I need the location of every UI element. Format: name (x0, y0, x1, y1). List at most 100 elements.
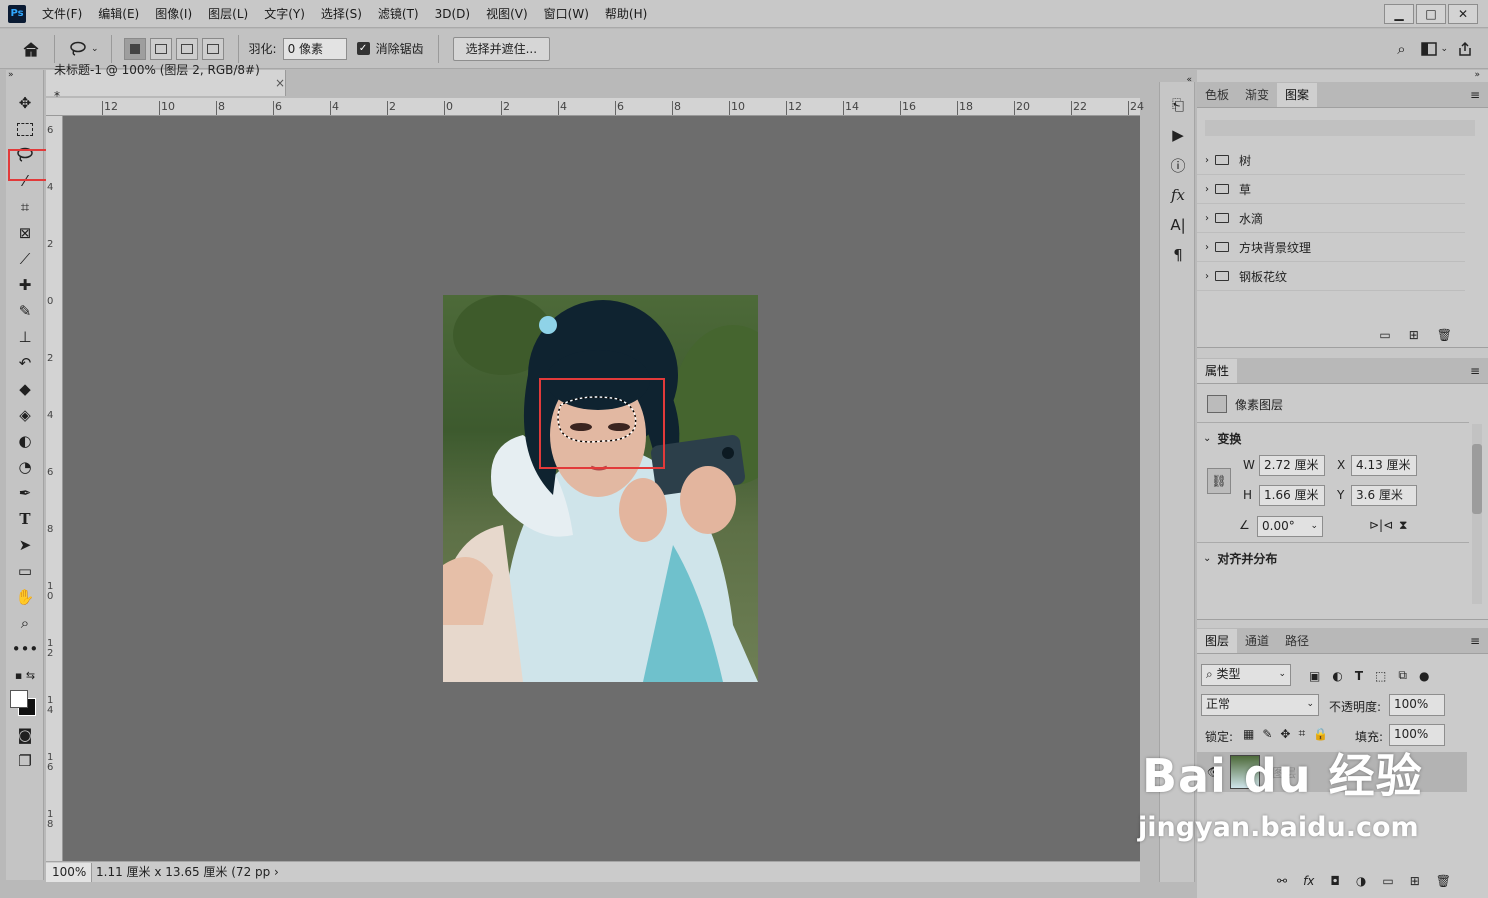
tab-gradients[interactable]: 渐变 (1237, 83, 1277, 107)
hand-tool-icon[interactable]: ✋ (6, 584, 44, 610)
pen-tool-icon[interactable]: ✒ (6, 480, 44, 506)
flip-vertical-icon[interactable]: ⧗ (1399, 518, 1407, 533)
trash-icon[interactable]: 🗑 (1436, 874, 1451, 888)
feather-input[interactable]: 0 像素 (282, 37, 347, 60)
shape-filter-icon[interactable]: ⬚ (1375, 669, 1386, 683)
swap-colors-icon[interactable]: ▪ ⇆ (6, 662, 44, 688)
workspace-icon[interactable] (1418, 38, 1440, 60)
more-tools-icon[interactable]: ••• (6, 636, 44, 662)
panel-menu-icon[interactable]: ≡ (1470, 83, 1480, 107)
collapse-icon[interactable]: » (1197, 70, 1488, 82)
menu-item[interactable]: 帮助(H) (597, 0, 655, 28)
width-field[interactable]: 2.72 厘米 (1259, 455, 1325, 476)
home-icon[interactable] (20, 38, 42, 60)
paint-bucket-icon[interactable]: ◈ (6, 402, 44, 428)
color-swatches[interactable] (6, 688, 44, 722)
panel-menu-icon[interactable]: ≡ (1470, 359, 1480, 383)
pattern-folder-item[interactable]: › 草 (1197, 175, 1465, 204)
smart-object-filter-icon[interactable]: ⧉ (1398, 668, 1407, 683)
stamp-tool-icon[interactable]: ⊥ (6, 324, 44, 350)
minimize-button[interactable]: ▁ (1384, 3, 1414, 24)
adjustment-filter-icon[interactable]: ◐ (1332, 669, 1342, 683)
layer-filter-select[interactable]: ⌕ 类型 ⌄ (1201, 664, 1291, 686)
lock-transparent-icon[interactable]: ▦ (1243, 727, 1254, 741)
select-and-mask-button[interactable]: 选择并遮住... (452, 36, 551, 61)
new-group-icon[interactable]: ▭ (1379, 328, 1390, 342)
collapse-icon[interactable]: » (6, 70, 43, 90)
tab-channels[interactable]: 通道 (1237, 629, 1277, 653)
filter-toggle-icon[interactable]: ● (1419, 669, 1429, 683)
adjustment-layer-icon[interactable]: ◑ (1356, 874, 1366, 888)
menu-item[interactable]: 3D(D) (427, 0, 478, 28)
tab-swatches[interactable]: 色板 (1197, 83, 1237, 107)
y-field[interactable]: 3.6 厘米 (1351, 485, 1417, 506)
paragraph-icon[interactable]: ¶ (1160, 240, 1196, 270)
blur-tool-icon[interactable]: ◐ (6, 428, 44, 454)
close-tab-icon[interactable]: × (275, 70, 285, 96)
lock-pixels-icon[interactable]: ✎ (1262, 727, 1272, 741)
lock-position-icon[interactable]: ✥ (1280, 727, 1290, 741)
collapse-icon[interactable]: « (1160, 70, 1196, 90)
chevron-right-icon[interactable]: › (1205, 213, 1209, 224)
type-tool-icon[interactable]: T (6, 506, 44, 532)
crop-tool-icon[interactable]: ⌗ (6, 194, 44, 220)
chevron-down-icon[interactable]: ⌄ (91, 44, 99, 54)
tab-patterns[interactable]: 图案 (1277, 83, 1318, 107)
rectangle-tool-icon[interactable]: ▭ (6, 558, 44, 584)
link-icon[interactable]: ⛓ (1207, 468, 1231, 494)
lock-artboard-icon[interactable]: ⌗ (1298, 726, 1305, 741)
styles-fx-icon[interactable]: fx (1160, 180, 1196, 210)
chevron-right-icon[interactable]: › (1205, 155, 1209, 166)
marquee-tool-icon[interactable] (6, 116, 44, 142)
close-window-button[interactable]: ✕ (1448, 3, 1478, 24)
new-layer-icon[interactable]: ⊞ (1410, 874, 1420, 888)
pattern-folder-item[interactable]: › 树 (1197, 146, 1465, 175)
add-mask-icon[interactable]: ◘ (1330, 874, 1340, 888)
scrollbar[interactable] (1472, 424, 1482, 604)
chevron-down-icon[interactable]: ⌄ (1203, 553, 1211, 564)
flip-horizontal-icon[interactable]: ⊳|⊲ (1369, 518, 1393, 532)
menu-item[interactable]: 图层(L) (200, 0, 256, 28)
new-pattern-icon[interactable]: ⊞ (1409, 328, 1419, 342)
chevron-right-icon[interactable]: › (1205, 242, 1209, 253)
menu-item[interactable]: 文字(Y) (256, 0, 313, 28)
share-icon[interactable] (1454, 38, 1476, 60)
zoom-tool-icon[interactable]: ⌕ (6, 610, 44, 636)
blend-mode-select[interactable]: 正常 ⌄ (1201, 694, 1319, 716)
healing-brush-icon[interactable]: ✚ (6, 272, 44, 298)
pattern-folder-item[interactable]: › 水滴 (1197, 204, 1465, 233)
pattern-folder-item[interactable]: › 方块背景纹理 (1197, 233, 1465, 262)
height-field[interactable]: 1.66 厘米 (1259, 485, 1325, 506)
lock-all-icon[interactable]: 🔒 (1313, 727, 1328, 741)
chevron-right-icon[interactable]: › (1205, 184, 1209, 195)
pattern-folder-item[interactable]: › 钢板花纹 (1197, 262, 1465, 291)
path-select-icon[interactable]: ➤ (6, 532, 44, 558)
zoom-level[interactable]: 100% (46, 862, 92, 882)
type-filter-icon[interactable]: T (1355, 669, 1363, 683)
character-icon[interactable]: A| (1160, 210, 1196, 240)
chevron-down-icon[interactable]: ⌄ (1440, 44, 1448, 54)
chevron-right-icon[interactable]: › (1205, 271, 1209, 282)
x-field[interactable]: 4.13 厘米 (1351, 455, 1417, 476)
tab-layers[interactable]: 图层 (1197, 629, 1238, 653)
actions-play-icon[interactable]: ▶ (1160, 120, 1196, 150)
new-group-icon[interactable]: ▭ (1382, 874, 1393, 888)
eraser-icon[interactable]: ◆ (6, 376, 44, 402)
info-icon[interactable]: ⓘ (1160, 150, 1196, 180)
menu-item[interactable]: 视图(V) (478, 0, 536, 28)
pattern-search-field[interactable] (1205, 120, 1475, 136)
layer-style-fx-icon[interactable]: fx (1303, 874, 1314, 888)
menu-item[interactable]: 滤镜(T) (370, 0, 427, 28)
antialias-checkbox[interactable]: ✓ (356, 42, 370, 55)
brush-tool-icon[interactable]: ✎ (6, 298, 44, 324)
search-icon[interactable]: ⌕ (1390, 38, 1412, 60)
history-brush-icon[interactable]: ↶ (6, 350, 44, 376)
tab-paths[interactable]: 路径 (1277, 629, 1317, 653)
frame-tool-icon[interactable]: ⊠ (6, 220, 44, 246)
panel-menu-icon[interactable]: ≡ (1470, 629, 1480, 653)
menu-item[interactable]: 图像(I) (147, 0, 200, 28)
menu-item[interactable]: 选择(S) (313, 0, 370, 28)
document-tab[interactable]: 未标题-1 @ 100% (图层 2, RGB/8#) * × (46, 63, 286, 103)
menu-item[interactable]: 窗口(W) (536, 0, 597, 28)
maximize-button[interactable]: □ (1416, 3, 1446, 24)
